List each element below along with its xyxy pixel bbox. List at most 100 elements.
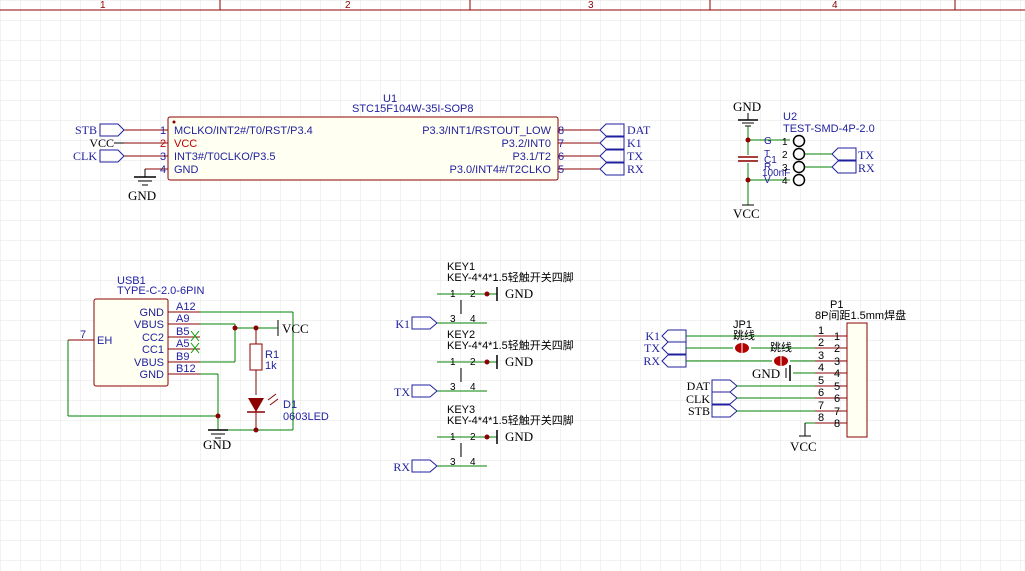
u1-net-vcc: VCC: [89, 136, 114, 150]
p1-vcc-label: VCC: [790, 439, 817, 454]
key1-pin-4: 4: [470, 314, 476, 325]
p1-pin-label-8: 8: [834, 418, 840, 430]
usb1-pin-num-a5: A5: [176, 338, 189, 350]
u2-pin-2: 2: [782, 150, 788, 161]
key2-pin-4: 4: [470, 382, 476, 393]
p1-pin-num-7: 7: [818, 400, 824, 412]
u1-net-tx: TX: [627, 149, 643, 163]
u1-pin-num-7: 7: [558, 138, 564, 150]
u1-pin-name-3: INT3#/T0CLKO/P3.5: [174, 151, 276, 163]
p1-net-stb: STB: [688, 404, 710, 418]
u2-vcc-label: VCC: [733, 206, 760, 221]
u1-gnd-label: GND: [128, 188, 156, 203]
u1-pin-name-2: VCC: [174, 138, 197, 150]
key2-value: KEY-4*4*1.5轻触开关四脚: [447, 338, 574, 352]
frame-column-1: 1: [100, 0, 106, 11]
p1-pin-num-4: 4: [818, 362, 824, 374]
u2-pin-label-g: G: [764, 136, 772, 147]
d1-value: 0603LED: [283, 411, 329, 423]
u2-net-tx: TX: [858, 148, 874, 162]
u2-net-rx: RX: [858, 161, 875, 175]
key3-pin-4: 4: [470, 457, 476, 468]
u1-pin-num-6: 6: [558, 151, 564, 163]
p1-pin-label-5: 5: [834, 381, 840, 393]
u1-net-k1: K1: [627, 136, 642, 150]
usb1-eh-num: 7: [80, 329, 86, 341]
u1-pin-num-4: 4: [160, 164, 166, 176]
frame-column-3: 3: [588, 0, 594, 11]
usb1-pin-name-1: GND: [140, 307, 165, 319]
p1-pin-label-3: 3: [834, 356, 840, 368]
usb1-vcc-label: VCC: [282, 321, 309, 336]
u1-value: STC15F104W-35I-SOP8: [352, 103, 473, 115]
key1-pin-1: 1: [450, 289, 456, 300]
usb1-eh-name: EH: [97, 335, 112, 347]
u1-pin-name-7: P3.2/INT0: [501, 138, 551, 150]
usb1-pin-num-b9: B9: [176, 351, 189, 363]
p1-value: 8P间距1.5mm焊盘: [815, 308, 906, 322]
u1-pin-num-1: 1: [160, 125, 166, 137]
key3-value: KEY-4*4*1.5轻触开关四脚: [447, 413, 574, 427]
u1-net-stb: STB: [75, 123, 97, 137]
u1-pin-num-8: 8: [558, 125, 564, 137]
u1-net-dat: DAT: [627, 123, 651, 137]
u2-gnd-label: GND: [733, 99, 761, 114]
u1-net-clk: CLK: [73, 149, 97, 163]
jp2-value: 跳线: [770, 340, 792, 354]
u1-pin-name-1: MCLKO/INT2#/T0/RST/P3.4: [174, 125, 313, 137]
c1-designator: C1: [764, 155, 777, 166]
u1-pin-name-4: GND: [174, 164, 199, 176]
p1-net-tx: TX: [644, 341, 660, 355]
u2-pin-4: 4: [782, 176, 788, 187]
u2-designator: U2: [783, 111, 797, 123]
u1-pin-num-2: 2: [160, 138, 166, 150]
p1-pin-label-2: 2: [834, 343, 840, 355]
d1-designator: D1: [283, 399, 297, 411]
usb1-pin-num-b5: B5: [176, 326, 189, 338]
key3-pin-1: 1: [450, 432, 456, 443]
usb1-pin-name-2: VBUS: [134, 319, 164, 331]
u1-pin-name-8: P3.3/INT1/RSTOUT_LOW: [422, 125, 551, 137]
u1-pin-name-6: P3.1/T2: [512, 151, 551, 163]
p1-body: [846, 322, 868, 438]
key2-gnd: GND: [505, 354, 533, 369]
key2-pin-3: 3: [450, 382, 456, 393]
p1-pin-num-5: 5: [818, 375, 824, 387]
usb1-gnd-label: GND: [203, 437, 231, 452]
u1-pin-num-3: 3: [160, 151, 166, 163]
u1-pin1-marker: [172, 120, 176, 124]
usb1-pin-name-5: VBUS: [134, 357, 164, 369]
key1-pin-3: 3: [450, 314, 456, 325]
key3-net: RX: [393, 460, 410, 474]
key2-net: TX: [394, 385, 410, 399]
key1-value: KEY-4*4*1.5轻触开关四脚: [447, 270, 574, 284]
usb1-pin-num-a9: A9: [176, 313, 189, 325]
u1-net-rx: RX: [627, 162, 644, 176]
schematic-sheet: 1 2 3 4 U1 STC15F104W-35I-SOP8 1 2 3 4 M…: [0, 0, 1025, 571]
key3-gnd: GND: [505, 429, 533, 444]
key2-pin-2: 2: [470, 357, 476, 368]
key3-pin-3: 3: [450, 457, 456, 468]
usb1-value: TYPE-C-2.0-6PIN: [117, 285, 204, 297]
u2-value: TEST-SMD-4P-2.0: [783, 123, 875, 135]
p1-pin-label-6: 6: [834, 393, 840, 405]
p1-net-dat: DAT: [687, 379, 711, 393]
u1-pin-num-5: 5: [558, 164, 564, 176]
u1-pin-name-5: P3.0/INT4#/T2CLKO: [450, 164, 552, 176]
frame-column-2: 2: [345, 0, 351, 11]
p1-pin-label-4: 4: [834, 368, 840, 380]
jp1-value: 跳线: [733, 328, 755, 342]
usb1-pin-num-a12: A12: [176, 301, 196, 313]
p1-pin-num-2: 2: [818, 337, 824, 349]
p1-pin-num-1: 1: [818, 325, 824, 337]
key1-net: K1: [395, 317, 410, 331]
p1-pin-num-3: 3: [818, 350, 824, 362]
p1-pin-num-6: 6: [818, 387, 824, 399]
u2-pin-3: 3: [782, 163, 788, 174]
key3-pin-2: 2: [470, 432, 476, 443]
key2-pin-1: 1: [450, 357, 456, 368]
key1-gnd: GND: [505, 286, 533, 301]
p1-gnd-label: GND: [752, 366, 780, 381]
p1-net-rx: RX: [643, 354, 660, 368]
frame-column-4: 4: [832, 0, 838, 11]
